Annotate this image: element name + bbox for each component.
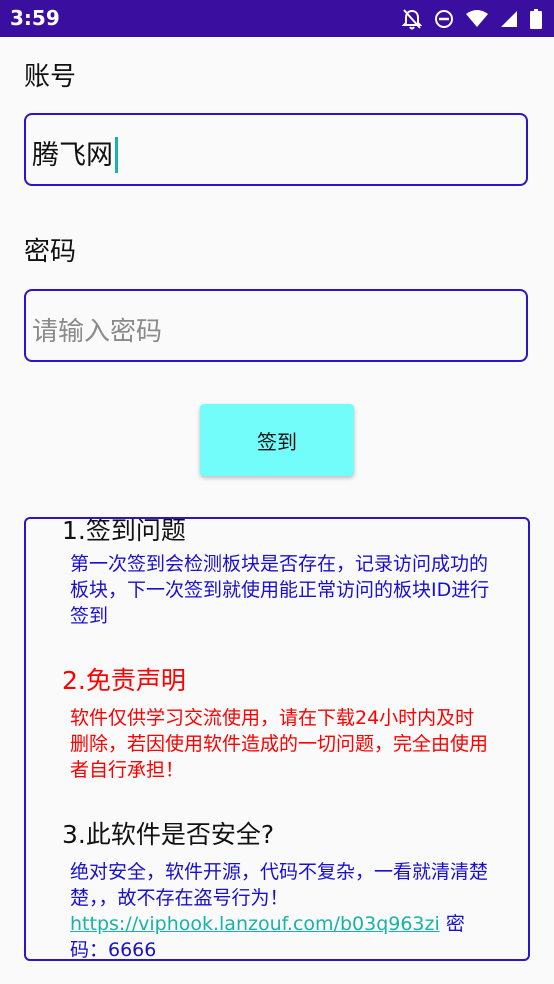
password-label: 密码 — [24, 237, 77, 267]
cellular-signal-icon — [500, 10, 518, 28]
section2-title: 2.免责声明 — [62, 666, 186, 695]
status-bar: 3:59 — [0, 0, 554, 37]
section3-title: 3.此软件是否安全? — [62, 820, 275, 849]
section3-text: 绝对安全，软件开源，代码不复杂，一看就清清楚楚，，故不存在盗号行为！ — [70, 861, 489, 909]
account-input[interactable]: 腾飞网 — [24, 113, 528, 186]
status-icons — [402, 8, 542, 30]
notifications-off-icon — [402, 8, 422, 30]
download-link[interactable]: https://viphook.lanzouf.com/b03q963zi — [70, 913, 440, 935]
section1-body: 第一次签到会检测板块是否存在，记录访问成功的板块，下一次签到就使用能正常访问的板… — [70, 553, 490, 627]
do-not-disturb-icon — [434, 9, 454, 29]
info-scroll-panel[interactable]: 1.签到问题 第一次签到会检测板块是否存在，记录访问成功的板块，下一次签到就使用… — [24, 517, 530, 961]
account-text: 腾飞网 — [32, 140, 113, 171]
status-time: 3:59 — [10, 6, 60, 30]
section1-title: 1.签到问题 — [62, 517, 186, 545]
section2-body: 软件仅供学习交流使用，请在下载24小时内及时删除，若因使用软件造成的一切问题，完… — [70, 707, 489, 781]
password-placeholder: 请输入密码 — [32, 317, 163, 347]
password-input[interactable]: 请输入密码 — [24, 289, 528, 362]
account-label: 账号 — [24, 62, 77, 92]
text-cursor — [115, 136, 118, 173]
battery-icon — [530, 9, 542, 29]
section3-body: 绝对安全，软件开源，代码不复杂，一看就清清楚楚，，故不存在盗号行为！ https… — [70, 859, 490, 959]
account-input-value: 腾飞网 — [32, 133, 118, 175]
signin-button[interactable]: 签到 — [200, 404, 354, 476]
wifi-icon — [466, 10, 488, 28]
